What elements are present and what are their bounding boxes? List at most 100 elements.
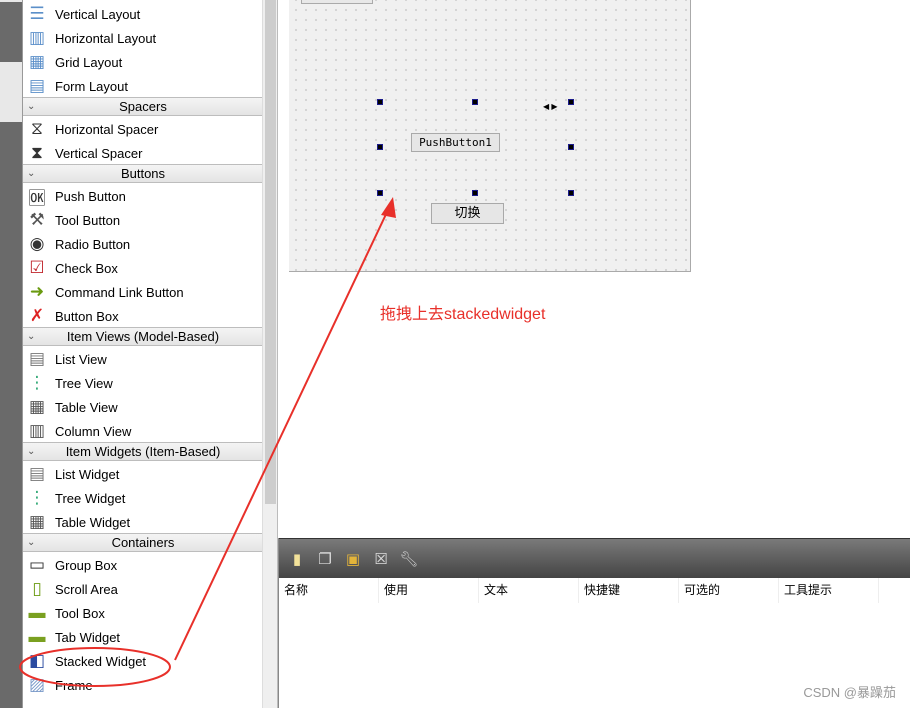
column-header-shortcut[interactable]: 快捷键	[579, 578, 679, 603]
push-button-icon: 🆗︎	[28, 188, 46, 208]
widget-item-scroll-area[interactable]: ▯ Scroll Area	[23, 577, 262, 601]
resize-handle[interactable]	[568, 144, 574, 150]
scroll-area-icon: ▯	[32, 579, 42, 598]
vertical-spacer-icon: ⧗	[31, 143, 43, 162]
widget-item-label: Push Button	[55, 188, 126, 204]
widget-item-frame[interactable]: ▨ Frame	[23, 673, 262, 697]
widget-item-horizontal-spacer[interactable]: ⧖ Horizontal Spacer	[23, 117, 262, 141]
switch-button[interactable]: 切换	[431, 203, 504, 224]
vertical-layout-icon: ☰	[29, 4, 45, 23]
widget-item-label: Column View	[55, 423, 132, 439]
widget-item-table-view[interactable]: ▦ Table View	[23, 395, 262, 419]
widget-item-vertical-spacer[interactable]: ⧗ Vertical Spacer	[23, 141, 262, 165]
delete-action-icon[interactable]: ☒	[371, 549, 391, 569]
widget-box: ☰ Vertical Layout ▥ Horizontal Layout ▦ Grid …	[22, 0, 262, 708]
widget-item-group-box[interactable]: ▭ Group Box	[23, 553, 262, 577]
grid-layout-icon: ▦	[28, 52, 46, 71]
widget-item-list-widget[interactable]: ▤ List Widget	[23, 462, 262, 486]
table-widget-icon: ▦	[28, 512, 46, 531]
column-header-text[interactable]: 文本	[479, 578, 579, 603]
widget-item-table-widget[interactable]: ▦ Table Widget	[23, 510, 262, 534]
widget-item-tree-view[interactable]: ⋮ Tree View	[23, 371, 262, 395]
group-box-icon: ▭	[28, 555, 46, 574]
list-view-icon: ▤	[28, 349, 46, 368]
widget-item-tree-widget[interactable]: ⋮ Tree Widget	[23, 486, 262, 510]
copy-action-icon[interactable]: ❐	[315, 549, 335, 569]
widget-item-check-box[interactable]: ☑ Check Box	[23, 256, 262, 280]
widget-item-stacked-widget[interactable]: ◧ Stacked Widget	[23, 649, 262, 673]
table-view-icon: ▦	[28, 397, 46, 416]
widget-item-label: Tree Widget	[55, 490, 126, 506]
widget-item-tab-widget[interactable]: ▬ Tab Widget	[23, 625, 262, 649]
widget-item-vertical-layout[interactable]: ☰ Vertical Layout	[23, 2, 262, 26]
form-top-widget[interactable]	[301, 0, 373, 4]
widget-item-label: Command Link Button	[55, 284, 184, 300]
widget-item-label: List Widget	[55, 466, 120, 482]
category-item-views-model-based[interactable]: ⌄ Item Views (Model-Based)	[23, 327, 262, 346]
widget-item-label: Tool Button	[55, 212, 121, 228]
widget-box-scrollbar[interactable]	[262, 0, 278, 708]
widget-item-label: Table View	[55, 399, 118, 415]
widget-item-grid-layout[interactable]: ▦ Grid Layout	[23, 50, 262, 74]
resize-handle[interactable]	[377, 144, 383, 150]
widget-item-column-view[interactable]: ▥ Column View	[23, 419, 262, 443]
form-canvas[interactable]: ◀ ▶ PushButton1 切换	[289, 0, 691, 272]
scrollbar-thumb[interactable]	[265, 0, 276, 504]
action-table-header: 名称 使用 文本 快捷键 可选的 工具提示	[279, 578, 910, 603]
resize-handle[interactable]	[472, 99, 478, 105]
category-label: Spacers	[119, 99, 167, 114]
chevron-down-icon: ⌄	[27, 168, 36, 179]
widget-item-push-button[interactable]: 🆗︎ Push Button	[23, 184, 262, 208]
column-header-name[interactable]: 名称	[279, 578, 379, 603]
widget-item-radio-button[interactable]: ◉ Radio Button	[23, 232, 262, 256]
frame-icon: ▨	[28, 675, 46, 694]
widget-item-label: Tool Box	[55, 605, 105, 621]
tree-view-icon: ⋮	[28, 373, 46, 392]
stacked-widget-icon: ◧	[28, 651, 46, 670]
check-box-icon: ☑	[29, 258, 45, 277]
widget-item-label: Group Box	[55, 557, 118, 573]
chevron-down-icon: ⌄	[27, 331, 36, 342]
widget-item-list-view[interactable]: ▤ List View	[23, 347, 262, 371]
widget-item-label: Vertical Layout	[55, 6, 141, 22]
resize-handle[interactable]	[568, 190, 574, 196]
resize-handle[interactable]	[472, 190, 478, 196]
resize-cursor-icon: ◀ ▶	[543, 102, 558, 111]
annotation-text: 拖拽上去stackedwidget	[380, 306, 546, 323]
resize-handle[interactable]	[377, 99, 383, 105]
column-header-checkable[interactable]: 可选的	[679, 578, 779, 603]
resize-handle[interactable]	[568, 99, 574, 105]
column-header-used[interactable]: 使用	[379, 578, 479, 603]
widget-item-button-box[interactable]: ✗ Button Box	[23, 304, 262, 328]
radio-button-icon: ◉	[29, 234, 45, 253]
widget-item-command-link-button[interactable]: ➜ Command Link Button	[23, 280, 262, 304]
category-containers[interactable]: ⌄ Containers	[23, 533, 262, 552]
left-dock-strip	[0, 0, 22, 708]
widget-item-label: Button Box	[55, 308, 119, 324]
category-spacers[interactable]: ⌄ Spacers	[23, 97, 262, 116]
column-header-tooltip[interactable]: 工具提示	[779, 578, 879, 603]
form-layout-icon: ▤	[28, 76, 46, 95]
paste-action-icon[interactable]: ▣	[343, 549, 363, 569]
push-button-1[interactable]: PushButton1	[411, 133, 500, 152]
command-link-icon: ➜	[29, 282, 45, 301]
configure-wrench-icon[interactable]: 🔧︎	[399, 549, 419, 569]
widget-item-label: Horizontal Layout	[55, 30, 157, 46]
widget-item-tool-button[interactable]: ⚒ Tool Button	[23, 208, 262, 232]
resize-handle[interactable]	[377, 190, 383, 196]
category-label: Item Widgets (Item-Based)	[65, 444, 221, 459]
category-item-widgets-item-based[interactable]: ⌄ Item Widgets (Item-Based)	[23, 442, 262, 461]
category-label: Item Views (Model-Based)	[66, 329, 220, 344]
widget-item-form-layout[interactable]: ▤ Form Layout	[23, 74, 262, 98]
widget-item-label: Form Layout	[55, 78, 128, 94]
widget-item-label: Frame	[55, 677, 93, 693]
widget-item-label: Radio Button	[55, 236, 131, 252]
new-action-icon[interactable]: ▮	[287, 549, 307, 569]
category-label: Buttons	[120, 166, 166, 181]
widget-item-tool-box[interactable]: ▬ Tool Box	[23, 601, 262, 625]
widget-item-label: List View	[55, 351, 107, 367]
widget-item-horizontal-layout[interactable]: ▥ Horizontal Layout	[23, 26, 262, 50]
widget-item-label: Scroll Area	[55, 581, 118, 597]
tree-widget-icon: ⋮	[28, 488, 46, 507]
category-buttons[interactable]: ⌄ Buttons	[23, 164, 262, 183]
